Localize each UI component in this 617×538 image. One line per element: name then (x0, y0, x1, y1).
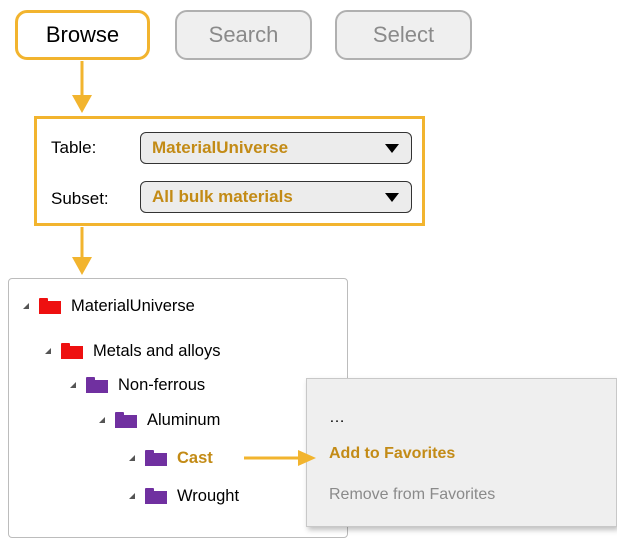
tree-node[interactable]: MaterialUniverse (23, 294, 195, 318)
select-button[interactable]: Select (335, 10, 472, 60)
folder-icon (86, 377, 108, 393)
browse-button[interactable]: Browse (15, 10, 150, 60)
expand-triangle-icon[interactable] (129, 455, 135, 461)
expand-triangle-icon[interactable] (99, 417, 105, 423)
tree-node-label: Cast (177, 448, 213, 467)
chevron-down-icon (385, 143, 399, 153)
context-menu: … Add to Favorites Remove from Favorites (306, 378, 617, 527)
expand-triangle-icon[interactable] (70, 382, 76, 388)
menu-item-more[interactable]: … (329, 409, 345, 427)
tree-node-label: Wrought (177, 486, 240, 505)
subset-label: Subset: (51, 189, 109, 208)
table-label: Table: (51, 138, 97, 157)
expand-triangle-icon[interactable] (129, 493, 135, 499)
folder-icon (145, 450, 167, 466)
expand-triangle-icon[interactable] (45, 348, 51, 354)
tree-node-selected[interactable]: Cast (129, 446, 213, 470)
menu-item-remove-from-favorites[interactable]: Remove from Favorites (329, 486, 495, 504)
folder-icon (39, 298, 61, 314)
tree-node[interactable]: Non-ferrous (70, 373, 205, 397)
tree-node-label: Aluminum (147, 410, 221, 429)
arrow-down-icon (72, 95, 92, 113)
arrow-down-icon (72, 257, 92, 275)
chevron-down-icon (385, 192, 399, 202)
menu-item-add-to-favorites[interactable]: Add to Favorites (329, 445, 455, 463)
folder-icon (145, 488, 167, 504)
table-subset-panel: Table: MaterialUniverse Subset: All bulk… (34, 116, 425, 226)
tree-node[interactable]: Metals and alloys (45, 339, 220, 363)
subset-dropdown[interactable]: All bulk materials (140, 181, 412, 213)
table-dropdown[interactable]: MaterialUniverse (140, 132, 412, 164)
tree-node[interactable]: Aluminum (99, 408, 220, 432)
tree-node-label: MaterialUniverse (71, 296, 195, 315)
subset-dropdown-value: All bulk materials (152, 187, 293, 206)
search-button[interactable]: Search (175, 10, 312, 60)
expand-triangle-icon[interactable] (23, 303, 29, 309)
folder-icon (61, 343, 83, 359)
table-dropdown-value: MaterialUniverse (152, 138, 289, 157)
tree-node-label: Metals and alloys (93, 341, 221, 360)
material-tree: MaterialUniverse Metals and alloys Non-f… (8, 278, 348, 538)
tree-node[interactable]: Wrought (129, 484, 239, 508)
tree-node-label: Non-ferrous (118, 375, 206, 394)
folder-icon (115, 412, 137, 428)
